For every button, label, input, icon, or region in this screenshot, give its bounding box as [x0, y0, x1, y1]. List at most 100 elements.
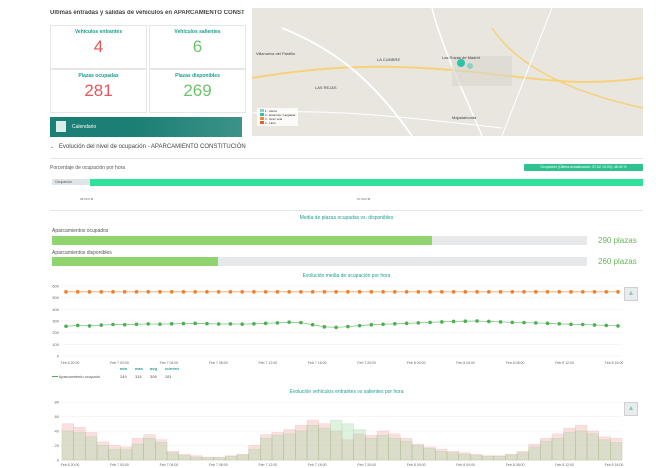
x-tick-label: Feb 8 12:00 — [555, 463, 574, 467]
data-point — [545, 290, 550, 294]
data-point — [580, 322, 585, 327]
x-tick-label: Feb 8 00:00 — [407, 361, 426, 365]
bar — [143, 438, 156, 461]
media-disponibles-fill — [52, 257, 218, 266]
legend-swatch — [260, 121, 264, 124]
media-disponibles-track — [52, 257, 587, 266]
data-point — [346, 324, 350, 329]
media-disponibles-label: Aparcamientos disponibles — [52, 250, 112, 256]
data-point — [322, 290, 327, 294]
bar — [85, 436, 98, 461]
y-tick-label: 400 — [52, 307, 59, 312]
bar — [120, 449, 133, 461]
data-point — [440, 290, 444, 294]
data-point — [240, 322, 244, 326]
bar — [213, 457, 226, 461]
y-tick-label: 200 — [52, 330, 59, 335]
stat-disponibles: Plazas disponibles 269 — [149, 69, 246, 113]
media-ocupados-value: 290 plazas — [598, 236, 637, 245]
data-point — [169, 322, 174, 326]
data-point — [569, 290, 573, 294]
data-point — [498, 320, 503, 324]
occupancy-hour-bar — [90, 179, 643, 186]
legend-swatch — [260, 109, 264, 112]
data-point — [134, 322, 139, 327]
y-tick-label: 60 — [55, 414, 60, 419]
stats-header: max — [135, 366, 144, 371]
bar — [435, 451, 448, 461]
x-tick-label: Feb 7 12:00 — [258, 361, 277, 365]
data-point — [205, 290, 209, 294]
bar — [598, 439, 611, 461]
bar — [295, 430, 308, 461]
x-tick-label: Feb 8 16:00 — [605, 361, 624, 365]
data-point — [498, 290, 503, 294]
data-point — [75, 323, 80, 328]
x-tick-label: Feb 7 12:00 — [258, 463, 277, 467]
data-point — [216, 290, 221, 294]
bar — [493, 456, 506, 461]
bar — [505, 454, 518, 461]
stats-header: avg — [150, 366, 157, 371]
evolucion-stats: min max avg current 249 316 306 281 — [120, 366, 180, 379]
bar — [61, 430, 74, 461]
x-tick-label: Feb 8 16:00 — [605, 463, 624, 467]
data-point — [287, 290, 291, 294]
calendar-button[interactable]: Calendario — [50, 117, 242, 137]
occupancy-row-label: Ocupación — [52, 179, 90, 185]
data-point — [193, 321, 197, 326]
x-tick-label: Feb 8 04:00 — [456, 463, 475, 467]
data-point — [99, 323, 104, 327]
data-point — [393, 290, 397, 294]
data-point — [510, 290, 515, 294]
bar — [458, 453, 471, 461]
data-point — [463, 290, 468, 294]
data-point — [111, 322, 115, 327]
section-header[interactable]: ⌄ Evolución del nivel de ocupación - APA… — [50, 144, 643, 154]
bar — [260, 438, 273, 461]
chevron-down-icon: ⌄ — [50, 144, 55, 150]
x-tick-label: Feb 8 08:00 — [506, 463, 525, 467]
data-point — [263, 290, 268, 294]
data-point — [275, 290, 280, 294]
data-point — [181, 321, 186, 326]
parking-marker — [457, 59, 465, 67]
data-point — [475, 319, 479, 323]
data-point — [334, 325, 338, 330]
stat-salientes: Vehículos salientes 6 — [149, 25, 246, 69]
x-tick-label: Feb 7 20:00 — [357, 463, 376, 467]
data-point — [487, 290, 491, 294]
data-point — [299, 290, 303, 294]
data-point — [252, 290, 256, 294]
bar — [236, 454, 249, 461]
data-point — [158, 322, 162, 326]
data-point — [64, 324, 68, 329]
legend-line-icon — [52, 376, 58, 378]
bar — [318, 427, 331, 461]
map-place-label: LAS REJAS — [315, 85, 337, 90]
evolucion-legend[interactable]: Aparcamiento ocupado — [52, 374, 100, 379]
map-place-label: LA CUMBRE — [377, 57, 401, 62]
occupancy-tick: 07:00 P.M. — [357, 197, 372, 201]
stat-entrantes-label: Vehículos entrantes — [74, 29, 123, 35]
parking-map[interactable]: Villanueva del Pardillo LA CUMBRE Las Ro… — [252, 8, 643, 136]
stat-salientes-label: Vehículos salientes — [174, 29, 221, 35]
bar — [365, 438, 378, 461]
bar — [575, 430, 588, 461]
stat-salientes-value: 6 — [192, 37, 203, 56]
data-point — [322, 325, 327, 329]
data-point — [580, 290, 585, 294]
data-point — [169, 290, 174, 294]
map-roads — [252, 8, 643, 136]
data-point — [522, 320, 526, 325]
bar — [73, 432, 86, 461]
bar — [551, 438, 564, 461]
y-tick-label: 20 — [55, 443, 60, 448]
evolucion-legend-label: Aparcamiento ocupado — [58, 374, 101, 379]
data-point — [357, 290, 362, 294]
stat-ocupadas: Plazas ocupadas 281 — [50, 69, 147, 113]
media-ocupados-label: Aparcamientos ocupados — [52, 228, 109, 234]
occupancy-badge: Ocupación (Última actualización: 07:02 1… — [524, 164, 643, 171]
data-point — [616, 324, 620, 328]
data-point — [616, 290, 620, 294]
